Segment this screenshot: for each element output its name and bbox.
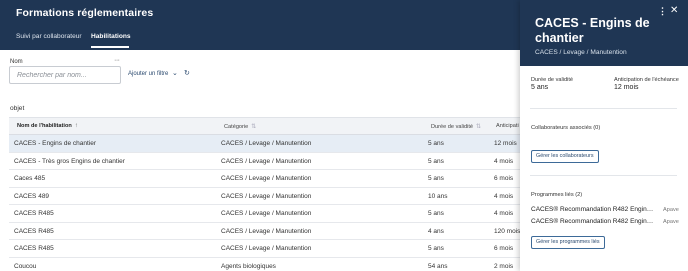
cell-categorie: CACES / Levage / Manutention bbox=[221, 245, 312, 252]
cell-categorie: CACES / Levage / Manutention bbox=[221, 192, 312, 200]
close-icon[interactable]: ✕ bbox=[670, 5, 678, 16]
cell-categorie: Agents biologiques bbox=[221, 262, 276, 270]
manage-collaborators-button[interactable]: Gérer les collaborateurs bbox=[531, 150, 599, 163]
program-link[interactable]: CACES® Recommandation R482 Engins de cha… bbox=[531, 218, 656, 225]
table-row[interactable]: CACES 489 CACES / Levage / Manutention 1… bbox=[9, 187, 520, 205]
cell-duree: 10 ans bbox=[428, 192, 448, 200]
table-row[interactable]: CACES R485 CACES / Levage / Manutention … bbox=[9, 205, 520, 223]
table-row[interactable]: CACES - Engins de chantier CACES / Levag… bbox=[9, 135, 520, 153]
cell-anticipation: 6 mois bbox=[494, 245, 514, 252]
habilitations-table: Nom de l'habilitation ↑ Catégorie ⇅ Durée … bbox=[9, 117, 520, 271]
page-title: Formations réglementaires bbox=[16, 7, 154, 19]
chevron-down-icon[interactable]: ⌄ bbox=[172, 69, 178, 77]
column-header-nom[interactable]: Nom de l'habilitation ↑ bbox=[17, 123, 78, 129]
app-header: Formations réglementaires Suivi par coll… bbox=[0, 0, 520, 50]
table-row[interactable]: CACES - Très gros Engins de chantier CAC… bbox=[9, 152, 520, 170]
search-input[interactable] bbox=[10, 67, 120, 83]
column-header-categorie[interactable]: Catégorie ⇅ bbox=[224, 123, 256, 130]
section-label: objet bbox=[10, 105, 25, 112]
program-link[interactable]: CACES® Recommandation R482 Engins de cha… bbox=[531, 206, 656, 213]
tab-suivi-par-collaborateur[interactable]: Suivi par collaborateur bbox=[16, 33, 82, 40]
search-field[interactable] bbox=[9, 66, 121, 84]
cell-duree: 5 ans bbox=[428, 245, 444, 252]
cell-categorie: CACES / Levage / Manutention bbox=[221, 157, 312, 165]
cell-anticipation: 6 mois bbox=[494, 175, 514, 182]
cell-nom: Coucou bbox=[14, 262, 37, 270]
table-row[interactable]: Coucou Agents biologiques 54 ans 2 mois bbox=[9, 257, 520, 271]
cell-nom: CACES 489 bbox=[14, 192, 50, 200]
anticipation-label: Anticipation de l'échéance bbox=[614, 77, 679, 83]
column-header-duree[interactable]: Durée de validité ⇅ bbox=[431, 123, 481, 130]
name-filter-label: Nom bbox=[10, 59, 23, 65]
cell-nom: CACES R485 bbox=[14, 245, 54, 252]
table-body: CACES - Engins de chantier CACES / Levag… bbox=[9, 135, 520, 271]
cell-duree: 5 ans bbox=[428, 210, 444, 217]
cell-duree: 5 ans bbox=[428, 140, 444, 147]
filter-more-icon[interactable]: ··· bbox=[114, 57, 120, 64]
detail-panel-header: CACES - Engins de chantier CACES / Levag… bbox=[520, 0, 688, 66]
refresh-icon[interactable]: ↻ bbox=[184, 69, 190, 77]
cell-anticipation: 4 mois bbox=[494, 157, 514, 165]
cell-anticipation: 4 mois bbox=[494, 210, 514, 217]
cell-nom: CACES - Engins de chantier bbox=[14, 140, 97, 147]
validity-label: Durée de validité bbox=[531, 77, 573, 83]
cell-anticipation: 12 mois bbox=[494, 140, 517, 147]
cell-duree: 54 ans bbox=[428, 262, 448, 270]
detail-panel: CACES - Engins de chantier CACES / Levag… bbox=[520, 0, 688, 271]
cell-categorie: CACES / Levage / Manutention bbox=[221, 227, 312, 235]
column-header-anticipation[interactable]: Anticipati bbox=[496, 123, 519, 129]
cell-categorie: CACES / Levage / Manutention bbox=[221, 175, 312, 182]
cell-duree: 5 ans bbox=[428, 157, 444, 165]
cell-anticipation: 2 mois bbox=[494, 262, 514, 270]
table-header: Nom de l'habilitation ↑ Catégorie ⇅ Durée … bbox=[9, 117, 520, 135]
cell-nom: CACES R485 bbox=[14, 227, 54, 235]
cell-nom: CACES R485 bbox=[14, 210, 54, 217]
validity-value: 5 ans bbox=[531, 84, 549, 91]
manage-programs-button[interactable]: Gérer les programmes liés bbox=[531, 236, 605, 249]
sort-icon[interactable]: ⇅ bbox=[476, 124, 481, 130]
more-vertical-icon[interactable]: ⋮ bbox=[658, 6, 667, 17]
add-filter-button[interactable]: Ajouter un filtre bbox=[128, 71, 168, 77]
program-provider: Apave bbox=[663, 219, 679, 225]
programs-section-title: Programmes liés (2) bbox=[531, 192, 583, 198]
cell-categorie: CACES / Levage / Manutention bbox=[221, 210, 312, 217]
cell-categorie: CACES / Levage / Manutention bbox=[221, 140, 312, 147]
divider bbox=[530, 175, 677, 176]
sort-icon[interactable]: ⇅ bbox=[251, 124, 256, 130]
cell-duree: 5 ans bbox=[428, 175, 444, 182]
cell-nom: Caces 485 bbox=[14, 175, 46, 182]
cell-anticipation: 4 mois bbox=[494, 192, 514, 200]
sort-ascending-icon[interactable]: ↑ bbox=[75, 123, 78, 129]
table-row[interactable]: CACES R485 CACES / Levage / Manutention … bbox=[9, 240, 520, 258]
anticipation-value: 12 mois bbox=[614, 84, 639, 91]
active-tab-indicator bbox=[91, 46, 129, 48]
cell-nom: CACES - Très gros Engins de chantier bbox=[14, 157, 125, 165]
detail-subtitle: CACES / Levage / Manutention bbox=[535, 49, 627, 56]
table-row[interactable]: Caces 485 CACES / Levage / Manutention 5… bbox=[9, 170, 520, 188]
collaborators-section-title: Collaborateurs associés (0) bbox=[531, 125, 601, 131]
cell-anticipation: 120 mois bbox=[494, 227, 521, 235]
program-provider: Apave bbox=[663, 207, 679, 213]
table-row[interactable]: CACES R485 CACES / Levage / Manutention … bbox=[9, 222, 521, 240]
tab-habilitations[interactable]: Habilitations bbox=[91, 33, 131, 40]
divider bbox=[530, 108, 677, 109]
cell-duree: 4 ans bbox=[428, 227, 444, 235]
detail-title: CACES - Engins de chantier bbox=[535, 16, 650, 45]
